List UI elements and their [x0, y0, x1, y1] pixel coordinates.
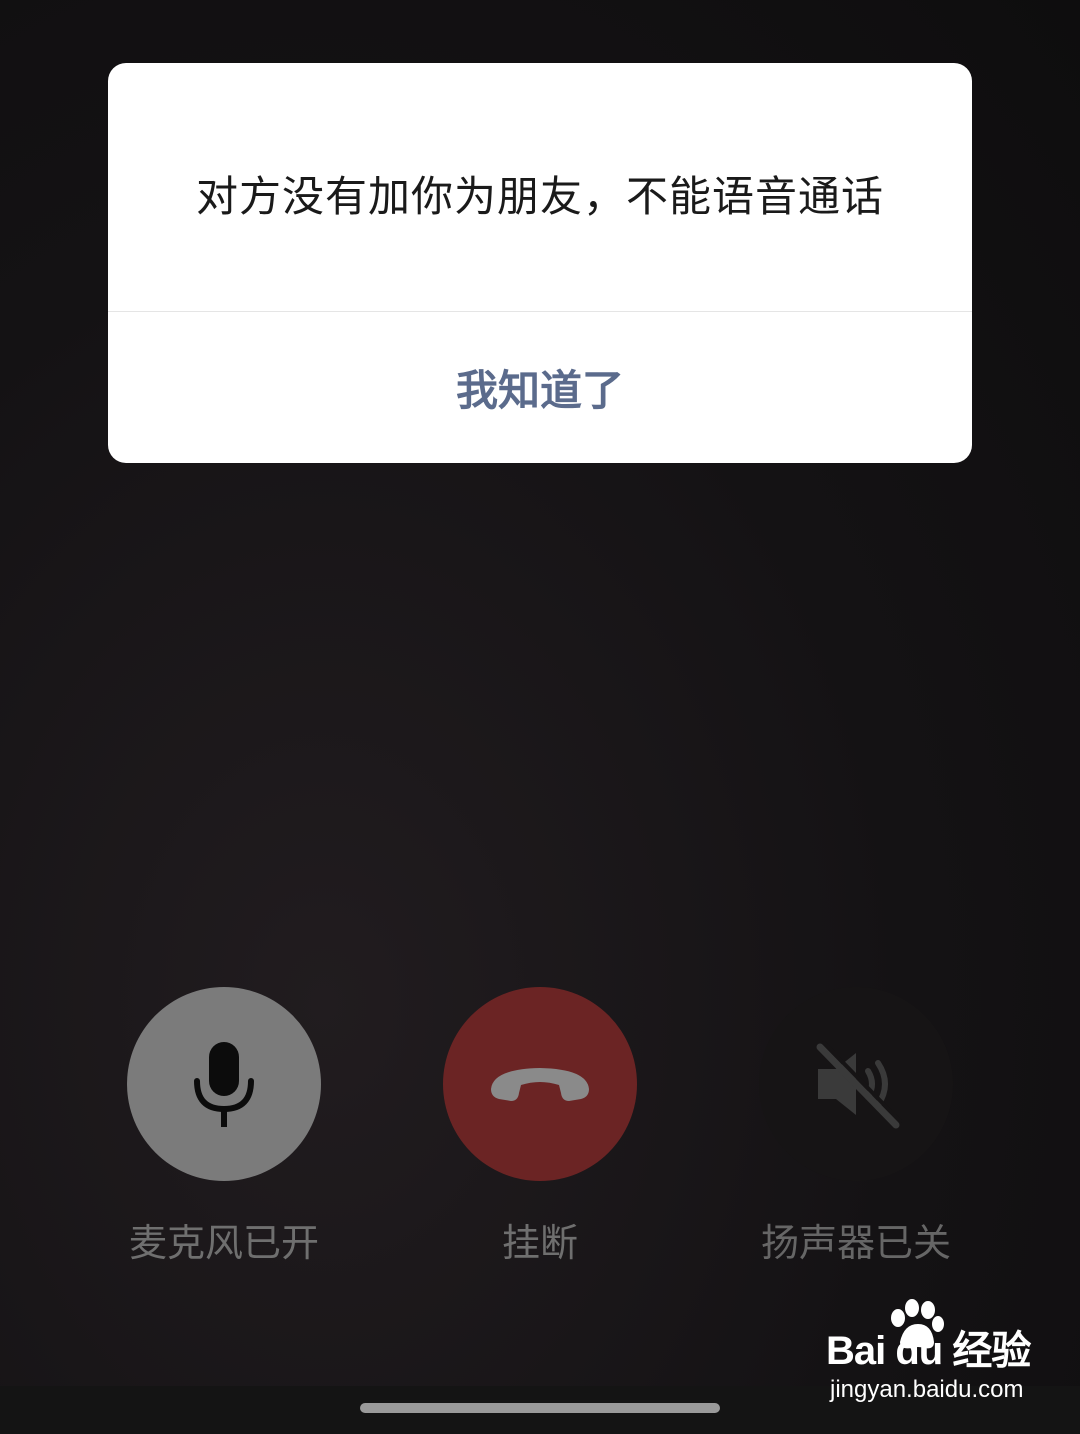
voice-call-screen: 对方没有加你为朋友，不能语音通话 我知道了 麦克风已开 挂断 扬声器已关 Bai…	[0, 0, 1080, 1434]
dismiss-button[interactable]: 我知道了	[108, 312, 972, 463]
hangup-button[interactable]	[443, 987, 637, 1181]
hangup-label: 挂断	[501, 1221, 578, 1265]
speaker-control: 扬声器已关	[759, 987, 953, 1265]
speaker-button[interactable]	[759, 987, 953, 1181]
microphone-button[interactable]	[127, 987, 321, 1181]
alert-dialog: 对方没有加你为朋友，不能语音通话 我知道了	[108, 63, 972, 463]
speaker-label: 扬声器已关	[760, 1221, 951, 1265]
watermark-brand: Bai du 经验	[826, 1329, 1031, 1373]
paw-icon	[891, 1299, 944, 1349]
hangup-control: 挂断	[443, 987, 637, 1265]
dialog-message: 对方没有加你为朋友，不能语音通话	[195, 172, 884, 221]
microphone-label: 麦克风已开	[128, 1221, 319, 1265]
microphone-icon	[194, 1042, 254, 1127]
phone-hangup-icon	[491, 1068, 589, 1101]
home-indicator[interactable]	[360, 1403, 720, 1413]
microphone-control: 麦克风已开	[127, 987, 321, 1265]
speaker-muted-icon	[816, 1041, 902, 1129]
